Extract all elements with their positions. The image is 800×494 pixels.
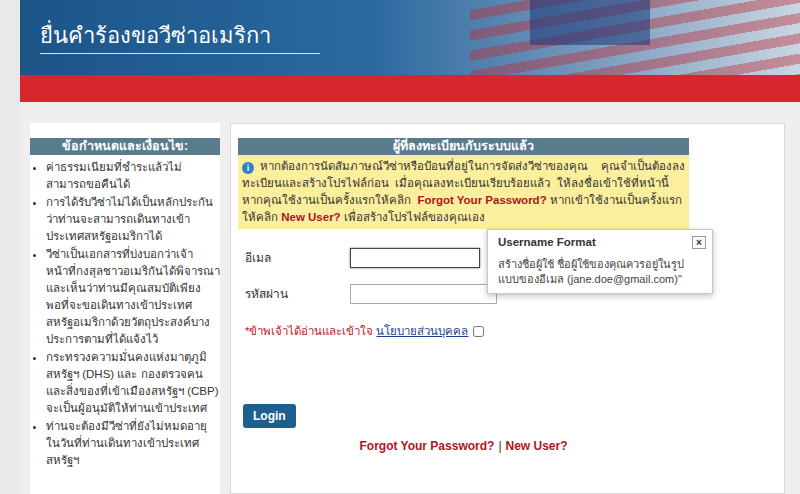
red-bar <box>20 75 800 102</box>
login-panel: ผู้ที่ลงทะเบียนกับระบบแล้วiหากต้องการนัด… <box>230 123 785 494</box>
login-button[interactable]: Login <box>243 404 296 428</box>
page: ยื่นคำร้องขอวีซ่าอเมริกาข้อกำหนดและเงื่อ… <box>20 0 800 494</box>
info-icon: i <box>242 162 254 174</box>
email-input[interactable] <box>350 248 480 268</box>
flag-canton <box>530 0 650 45</box>
consent-row: *ข้าพเจ้าได้อ่านและเข้าใจนโยบายส่วนบุคคล <box>245 323 689 340</box>
link-separator: | <box>498 439 501 453</box>
new-user-link[interactable]: New User? <box>506 439 568 453</box>
terms-item: การได้รับวีซ่าไม่ได้เป็นหลักประกันว่าท่า… <box>46 194 220 245</box>
tooltip-body: สร้างชื่อผู้ใช้ ชื่อผู้ใช้ของคุณควรอยู่ใ… <box>488 255 712 293</box>
content-area: ข้อกำหนดและเงื่อนไข: ค่าธรรมเนียมที่ชำระแ… <box>20 102 800 494</box>
sidebar-title: ข้อกำหนดและเงื่อนไข: <box>30 138 220 155</box>
consent-text: *ข้าพเจ้าได้อ่านและเข้าใจ <box>245 323 373 340</box>
email-label: อีเมล <box>245 249 350 267</box>
terms-item: กระทรวงความมั่นคงแห่งมาตุภูมิสหรัฐฯ (DHS… <box>46 349 220 417</box>
password-label: รหัสผ่าน <box>245 285 350 303</box>
terms-item: ท่านจะต้องมีวีซ่าที่ยังไม่หมดอายุในวันที… <box>46 418 220 469</box>
terms-item: ค่าธรรมเนียมที่ชำระแล้วไม่สามารถขอคืนได้ <box>46 159 220 193</box>
info-link[interactable]: Forgot Your Password? <box>417 194 546 206</box>
close-icon[interactable]: × <box>692 236 706 249</box>
info-text: เพื่อสร้างโปรไฟล์ของคุณเอง <box>341 211 485 223</box>
terms-list: ค่าธรรมเนียมที่ชำระแล้วไม่สามารถขอคืนได้… <box>30 159 220 469</box>
title-underline <box>40 53 320 54</box>
page-title: ยื่นคำร้องขอวีซ่าอเมริกา <box>40 22 800 50</box>
terms-sidebar: ข้อกำหนดและเงื่อนไข: ค่าธรรมเนียมที่ชำระแ… <box>30 123 220 494</box>
info-box: iหากต้องการนัดสัมภาษณ์วีซ่าหรือป้อนที่อย… <box>238 155 689 229</box>
forgot-password-link[interactable]: Forgot Your Password? <box>359 439 494 453</box>
info-link[interactable]: New User? <box>281 211 340 223</box>
terms-item: วีซ่าเป็นเอกสารที่บ่งบอกว่าเจ้าหน้าที่กง… <box>46 246 220 348</box>
bottom-links: Forgot Your Password? | New User? <box>238 437 689 455</box>
username-format-tooltip: Username Format × สร้างชื่อผู้ใช้ ชื่อผู้ใ… <box>487 229 713 294</box>
consent-checkbox[interactable] <box>473 326 484 337</box>
header-title-box: ยื่นคำร้องขอวีซ่าอเมริกา <box>20 0 800 54</box>
tooltip-title: Username Format <box>498 234 596 251</box>
password-input[interactable] <box>350 284 497 304</box>
tooltip-header: Username Format × <box>488 230 712 255</box>
panel-title: ผู้ที่ลงทะเบียนกับระบบแล้ว <box>238 138 689 155</box>
header-banner: ยื่นคำร้องขอวีซ่าอเมริกา <box>20 0 800 75</box>
privacy-policy-link[interactable]: นโยบายส่วนบุคคล <box>376 323 468 340</box>
